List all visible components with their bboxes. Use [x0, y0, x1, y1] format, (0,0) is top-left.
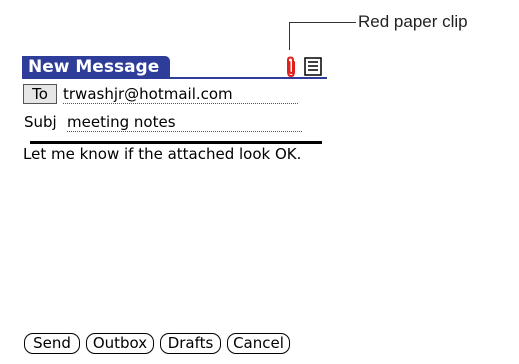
- paperclip-icon[interactable]: [284, 56, 298, 78]
- to-button[interactable]: To: [23, 84, 57, 104]
- to-row: To trwashjr@hotmail.com: [22, 84, 327, 106]
- callout-line-horizontal: [289, 22, 356, 23]
- window-title: New Message: [22, 56, 170, 78]
- subject-label: Subj: [24, 113, 57, 131]
- subject-field[interactable]: meeting notes: [67, 112, 302, 132]
- title-bar: New Message: [22, 54, 327, 81]
- subject-row: Subj meeting notes: [22, 112, 327, 134]
- to-field[interactable]: trwashjr@hotmail.com: [63, 84, 298, 104]
- callout-label: Red paper clip: [358, 12, 468, 31]
- document-icon[interactable]: [304, 57, 322, 76]
- callout-line-vertical: [289, 22, 290, 50]
- palm-screen: New Message To trwashjr@hotmail.com Subj…: [22, 54, 327, 357]
- title-underline: [22, 77, 327, 79]
- cancel-button[interactable]: Cancel: [227, 333, 290, 354]
- header-separator: [30, 141, 322, 144]
- outbox-button[interactable]: Outbox: [86, 333, 154, 354]
- drafts-button[interactable]: Drafts: [160, 333, 221, 354]
- message-body[interactable]: Let me know if the attached look OK.: [23, 145, 323, 163]
- button-bar: Send Outbox Drafts Cancel: [22, 333, 327, 355]
- send-button[interactable]: Send: [24, 333, 80, 354]
